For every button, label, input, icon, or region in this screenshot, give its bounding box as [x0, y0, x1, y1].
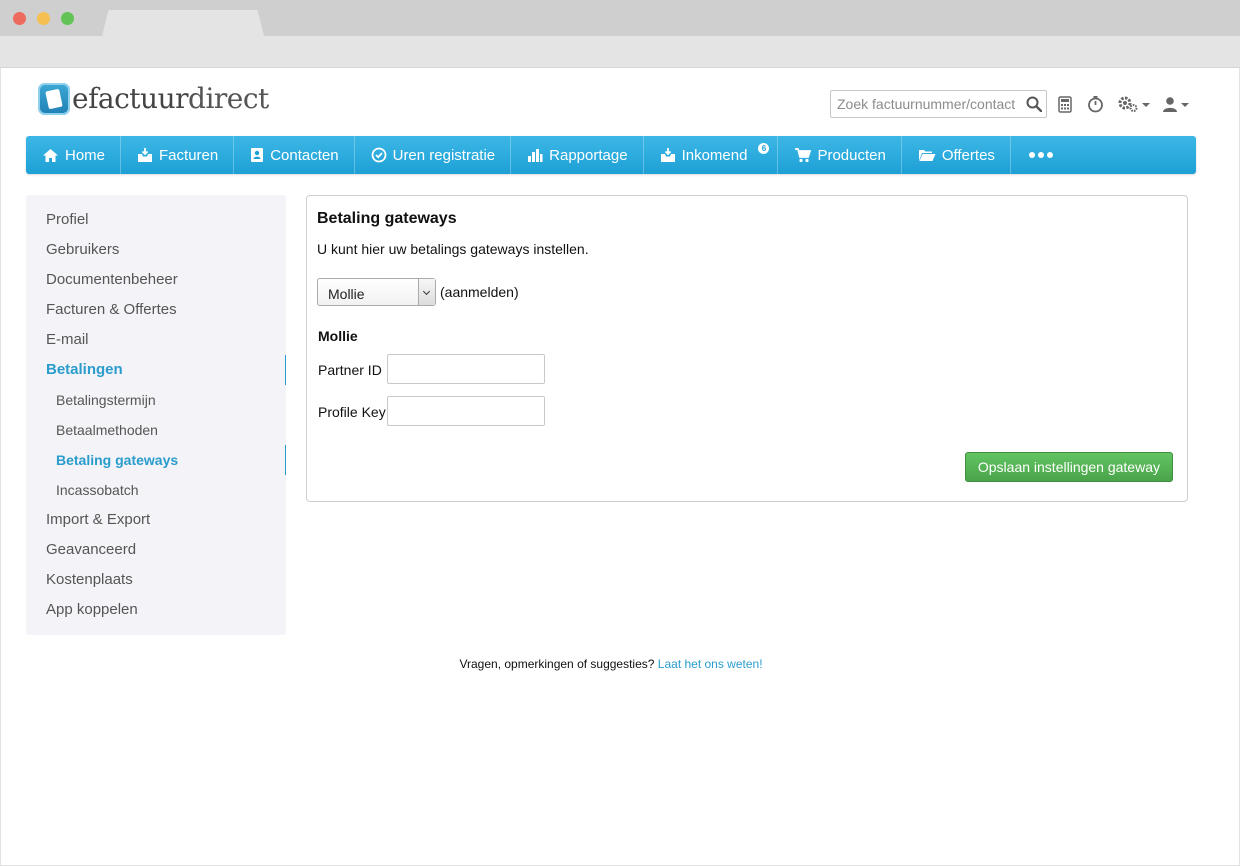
profile-key-label: Profile Key [318, 404, 386, 420]
sidebar-item-incassobatch[interactable]: Incassobatch [26, 475, 286, 505]
nav-label: Producten [817, 146, 886, 164]
section-title: Mollie [318, 328, 358, 344]
profile-key-field[interactable] [387, 396, 545, 426]
browser-toolbar [0, 36, 1240, 68]
settings-sidebar: Profiel Gebruikers Documentenbeheer Fact… [26, 195, 286, 635]
sidebar-item-betalingstermijn[interactable]: Betalingstermijn [26, 385, 286, 415]
gear-icon [1118, 96, 1138, 112]
sidebar-item-betalingen[interactable]: Betalingen [26, 355, 286, 385]
sidebar-item-email[interactable]: E-mail [26, 325, 286, 355]
search-box [830, 90, 1047, 118]
inbox-download-icon [660, 148, 675, 162]
partner-id-field[interactable] [387, 354, 545, 384]
nav-producten[interactable]: Producten [778, 136, 902, 174]
clock-check-icon [371, 147, 387, 163]
sidebar-item-betaalmethoden[interactable]: Betaalmethoden [26, 415, 286, 445]
nav-label: Contacten [270, 146, 339, 164]
window-close-button[interactable] [13, 12, 26, 25]
search-icon[interactable] [1026, 96, 1042, 112]
bar-chart-icon [528, 148, 543, 162]
nav-facturen[interactable]: Facturen [121, 136, 235, 174]
chevron-down-icon [418, 279, 435, 305]
folder-open-icon [918, 150, 936, 161]
page-description: U kunt hier uw betalings gateways instel… [317, 241, 589, 257]
sidebar-item-gebruikers[interactable]: Gebruikers [26, 235, 286, 265]
page-footer: Vragen, opmerkingen of suggesties? Laat … [0, 657, 1222, 671]
sidebar-item-facturen-offertes[interactable]: Facturen & Offertes [26, 295, 286, 325]
browser-titlebar [0, 0, 1240, 36]
browser-tab[interactable] [102, 10, 264, 36]
sidebar-item-kostenplaats[interactable]: Kostenplaats [26, 565, 286, 595]
dot [1037, 152, 1044, 158]
contact-card-icon [251, 148, 264, 162]
nav-home[interactable]: Home [26, 136, 122, 174]
window-maximize-button[interactable] [61, 12, 74, 25]
search-input[interactable] [831, 91, 1021, 117]
logo-suffix: direct [188, 82, 269, 115]
nav-label: Home [65, 146, 106, 164]
stopwatch-icon[interactable] [1087, 94, 1104, 114]
inbox-icon [138, 148, 153, 162]
gateway-settings-panel: Betaling gateways U kunt hier uw betalin… [306, 195, 1188, 502]
chevron-down-icon [1142, 103, 1150, 107]
nav-label: Facturen [159, 146, 219, 164]
nav-contacten[interactable]: Contacten [234, 136, 355, 174]
chevron-down-icon [1181, 103, 1189, 107]
home-icon [43, 148, 58, 162]
nav-inkomend[interactable]: Inkomend 6 [644, 136, 779, 174]
page-title: Betaling gateways [317, 210, 457, 227]
settings-dropdown[interactable] [1117, 94, 1150, 114]
user-icon [1163, 97, 1177, 112]
calculator-icon[interactable] [1058, 94, 1072, 114]
gateway-select-value: Mollie [328, 286, 365, 302]
partner-id-label: Partner ID [318, 362, 382, 378]
save-gateway-button[interactable]: Opslaan instellingen gateway [964, 452, 1173, 482]
nav-label: Rapportage [549, 146, 628, 164]
sidebar-item-profiel[interactable]: Profiel [26, 205, 286, 235]
more-dots-icon[interactable] [1011, 136, 1071, 174]
dot [1028, 152, 1035, 158]
logo-icon [38, 82, 70, 115]
notification-badge: 6 [758, 143, 770, 154]
feedback-link[interactable]: Laat het ons weten! [658, 657, 763, 671]
app-logo[interactable]: efactuurdirect [38, 82, 269, 115]
sidebar-item-documentenbeheer[interactable]: Documentenbeheer [26, 265, 286, 295]
sidebar-item-geavanceerd[interactable]: Geavanceerd [26, 535, 286, 565]
sidebar-item-import-export[interactable]: Import & Export [26, 505, 286, 535]
register-link[interactable]: (aanmelden) [440, 284, 519, 300]
nav-offertes[interactable]: Offertes [902, 136, 1011, 174]
sidebar-item-betaling-gateways[interactable]: Betaling gateways [26, 445, 286, 475]
nav-rapportage[interactable]: Rapportage [511, 136, 644, 174]
footer-text: Vragen, opmerkingen of suggesties? [459, 657, 655, 671]
nav-label: Offertes [941, 146, 995, 164]
logo-prefix: efactuur [72, 82, 189, 115]
nav-label: Uren registratie [392, 146, 496, 164]
nav-label: Inkomend [681, 146, 748, 164]
user-dropdown[interactable] [1162, 94, 1189, 114]
dot [1046, 152, 1053, 158]
nav-uren-registratie[interactable]: Uren registratie [355, 136, 512, 174]
main-navbar: Home Facturen Contacten Uren registratie… [26, 136, 1196, 174]
window-minimize-button[interactable] [37, 12, 50, 25]
cart-icon [795, 147, 812, 162]
gateway-select[interactable]: Mollie [317, 278, 436, 306]
sidebar-item-app-koppelen[interactable]: App koppelen [26, 595, 286, 625]
logo-text: efactuurdirect [72, 82, 269, 115]
